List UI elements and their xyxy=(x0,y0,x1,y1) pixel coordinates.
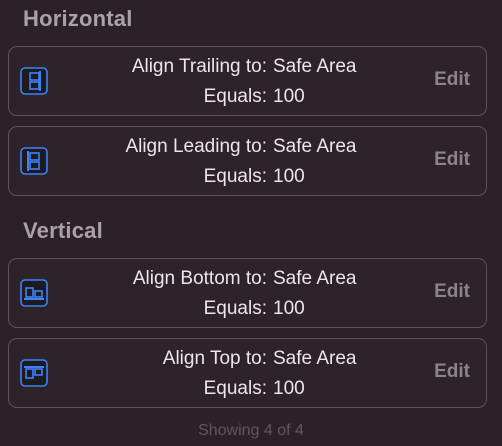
equals-label: Equals: xyxy=(203,298,267,319)
equals-value: 100 xyxy=(273,86,305,107)
constraint-target: Safe Area xyxy=(273,56,357,77)
constraint-label: Align Trailing to: xyxy=(131,56,267,77)
align-bottom-icon xyxy=(20,279,48,307)
constraint-card-align-leading: Align Leading to: Safe Area Equals: 100 … xyxy=(8,126,487,196)
equals-label: Equals: xyxy=(203,86,267,107)
constraint-target: Safe Area xyxy=(273,136,357,157)
constraint-card-align-bottom: Align Bottom to: Safe Area Equals: 100 E… xyxy=(8,258,487,328)
constraint-target: Safe Area xyxy=(273,268,357,289)
edit-button[interactable]: Edit xyxy=(434,361,470,383)
equals-value: 100 xyxy=(273,378,305,399)
constraint-label: Align Leading to: xyxy=(125,136,267,157)
edit-button[interactable]: Edit xyxy=(434,69,470,91)
constraint-label: Align Bottom to: xyxy=(132,268,267,289)
constraint-card-align-top: Align Top to: Safe Area Equals: 100 Edit xyxy=(8,338,487,408)
section-title-horizontal: Horizontal xyxy=(23,6,133,31)
equals-value: 100 xyxy=(273,298,305,319)
equals-label: Equals: xyxy=(203,378,267,399)
edit-button[interactable]: Edit xyxy=(434,149,470,171)
constraint-label: Align Top to: xyxy=(162,348,267,369)
align-leading-icon xyxy=(20,147,48,175)
edit-button[interactable]: Edit xyxy=(434,281,470,303)
results-count: Showing 4 of 4 xyxy=(198,422,304,439)
equals-label: Equals: xyxy=(203,166,267,187)
section-title-vertical: Vertical xyxy=(23,218,103,243)
constraint-card-align-trailing: Align Trailing to: Safe Area Equals: 100… xyxy=(8,46,487,116)
constraint-target: Safe Area xyxy=(273,348,357,369)
align-top-icon xyxy=(20,359,48,387)
align-trailing-icon xyxy=(20,67,48,95)
equals-value: 100 xyxy=(273,166,305,187)
